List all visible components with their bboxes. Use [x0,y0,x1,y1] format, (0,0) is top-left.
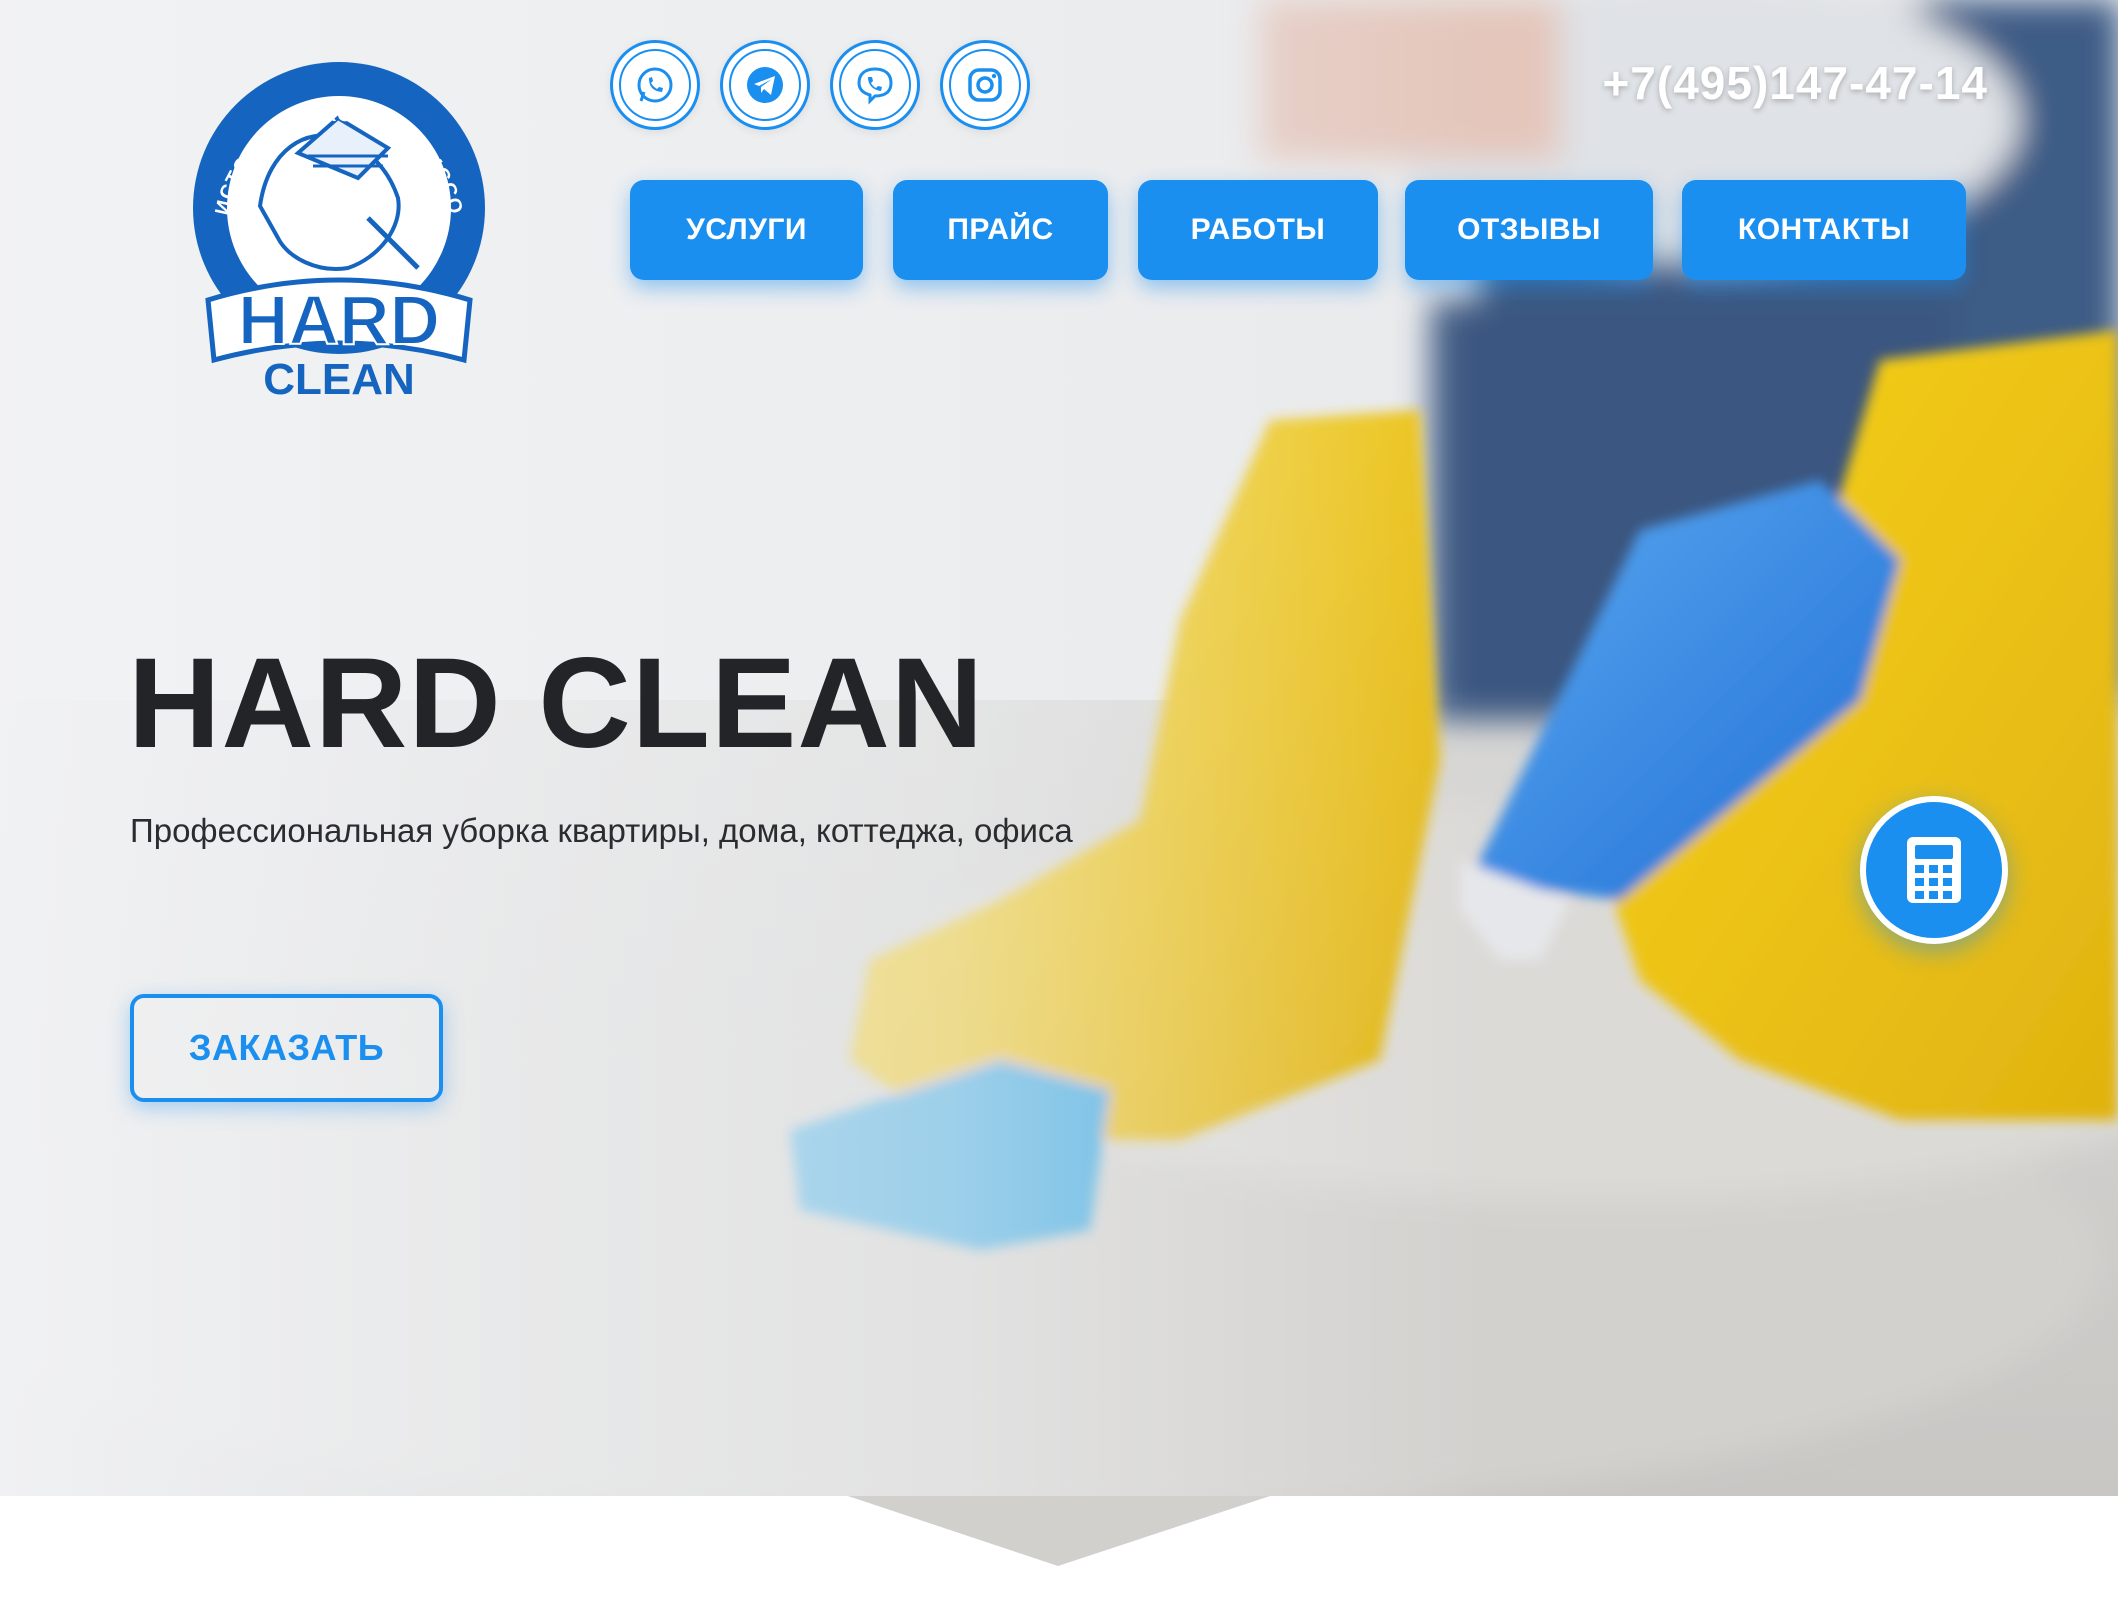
nav-item-works[interactable]: РАБОТЫ [1138,180,1378,280]
main-navigation: УСЛУГИ ПРАЙС РАБОТЫ ОТЗЫВЫ КОНТАКТЫ [630,180,1966,280]
nav-item-contacts[interactable]: КОНТАКТЫ [1682,180,1966,280]
telegram-ring [729,49,801,121]
instagram-button[interactable] [940,40,1030,130]
viber-icon [857,67,893,105]
viber-ring [839,49,911,121]
social-links [610,40,1030,130]
nav-item-reviews[interactable]: ОТЗЫВЫ [1405,180,1653,280]
section-divider [0,1496,2118,1600]
telegram-icon [747,67,783,103]
svg-text:HARD: HARD [238,281,440,359]
instagram-icon [968,68,1002,102]
divider-arrow [848,1496,1270,1566]
logo-emblem: ЧИСТОТА БЕЗ КОМПРОМИССОВ HARD CLEAN [188,38,485,404]
svg-text:CLEAN: CLEAN [263,355,415,404]
hard-clean-logo[interactable]: ЧИСТОТА БЕЗ КОМПРОМИССОВ HARD CLEAN [188,38,490,404]
nav-item-services[interactable]: УСЛУГИ [630,180,863,280]
hero-section: ЧИСТОТА БЕЗ КОМПРОМИССОВ HARD CLEAN [0,0,2118,1496]
instagram-ring [949,49,1021,121]
phone-number[interactable]: +7(495)147-47-14 [1602,56,1988,110]
hero-title: HARD CLEAN [128,632,985,775]
calculator-icon [1907,837,1961,903]
nav-item-price[interactable]: ПРАЙС [893,180,1108,280]
whatsapp-button[interactable] [610,40,700,130]
order-button[interactable]: ЗАКАЗАТЬ [130,994,443,1102]
whatsapp-icon [637,67,673,103]
telegram-button[interactable] [720,40,810,130]
calculator-button[interactable] [1860,796,2008,944]
viber-button[interactable] [830,40,920,130]
whatsapp-ring [619,49,691,121]
hero-subtitle: Профессиональная уборка квартиры, дома, … [130,812,1073,849]
